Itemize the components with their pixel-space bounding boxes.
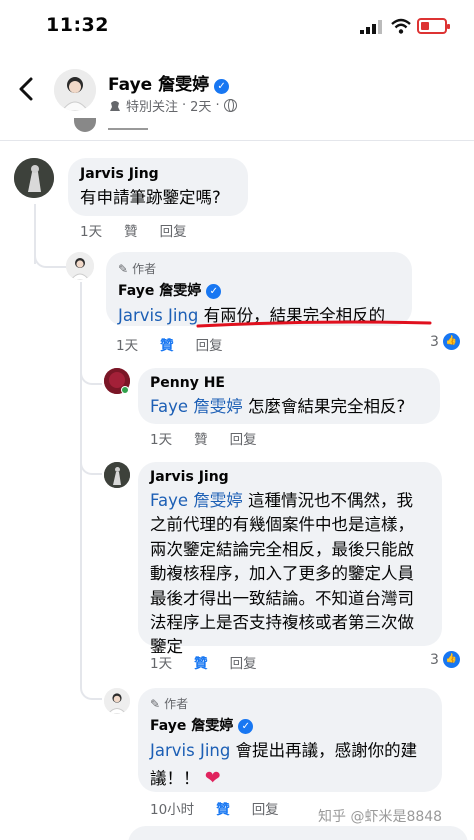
- thread-elbow: [80, 650, 102, 700]
- comment-text: 有申請筆跡鑒定嗎?: [80, 188, 221, 207]
- status-bar: 11:32: [0, 0, 474, 52]
- author-tag-label: 作者: [164, 697, 189, 711]
- back-arrow-icon[interactable]: [16, 76, 38, 102]
- post-time: 2天: [190, 100, 212, 115]
- battery-icon: [417, 18, 450, 34]
- comment-actions: 10小时 贊 回复: [150, 798, 279, 818]
- online-status-dot: [121, 386, 129, 394]
- like-button[interactable]: 贊: [160, 334, 174, 354]
- red-underline-annotation: [196, 320, 432, 328]
- comment-actions: 1天 贊 回复: [150, 428, 257, 448]
- header-meta: 特別关注 · 2天 ·: [108, 96, 237, 115]
- partial-comment: [108, 118, 148, 130]
- divider: [0, 140, 474, 141]
- author-tag-label: 作者: [132, 262, 157, 276]
- comment-bubble: Jarvis Jing 有申請筆跡鑒定嗎?: [68, 158, 248, 216]
- comment-author[interactable]: Jarvis Jing: [150, 469, 430, 485]
- comment-author[interactable]: Jarvis Jing: [80, 166, 236, 182]
- reaction-count[interactable]: 3 👍: [430, 333, 460, 350]
- thread-elbow: [80, 440, 102, 475]
- like-reaction-icon: 👍: [442, 333, 460, 350]
- commenter-avatar[interactable]: [66, 252, 94, 280]
- thread-elbow: [80, 355, 102, 385]
- reaction-count-label: 3: [430, 333, 439, 350]
- comment-bubble: ✎ 作者 Faye 詹雯婷 ✓ Jarvis Jing 會提出再議，感謝你的建 議…: [138, 688, 442, 792]
- mention-link[interactable]: Jarvis Jing: [150, 741, 230, 760]
- comment-actions: 1天 贊 回复: [116, 334, 223, 354]
- pen-icon: ✎: [118, 261, 129, 276]
- verified-badge-icon: ✓: [206, 284, 222, 299]
- reaction-count[interactable]: 3 👍: [430, 651, 460, 668]
- comment-actions: 1天 贊 回复: [80, 220, 187, 240]
- comment-actions: 1天 贊 回复: [150, 652, 257, 672]
- comment-text: Faye 詹雯婷 怎麼會結果完全相反?: [150, 397, 406, 416]
- like-button[interactable]: 贊: [216, 798, 230, 818]
- meta-separator: ·: [215, 98, 220, 113]
- comment-time: 1天: [150, 656, 173, 672]
- comment-time: 1天: [116, 338, 139, 354]
- comment-bubble: ✎ 作者 Faye 詹雯婷 ✓ Jarvis Jing 有兩份，結果完全相反的: [106, 252, 412, 326]
- comment-author[interactable]: Penny HE: [150, 375, 428, 391]
- author-tag: ✎ 作者: [118, 260, 400, 277]
- watermark: 知乎 @虾米是8848: [318, 809, 443, 825]
- reply-button[interactable]: 回复: [252, 798, 279, 818]
- comment-text: Jarvis Jing 會提出再議，感謝你的建 議！！ ❤: [150, 741, 418, 789]
- partial-avatar: [74, 118, 96, 132]
- heart-emoji-icon: ❤: [204, 766, 221, 789]
- thread-line: [80, 282, 82, 687]
- reply-button[interactable]: 回复: [230, 428, 257, 448]
- mention-link[interactable]: Faye 詹雯婷: [150, 397, 243, 416]
- comment-time: 1天: [80, 224, 103, 240]
- verified-badge-icon: ✓: [214, 79, 230, 94]
- header-author-name[interactable]: Faye 詹雯婷 ✓: [108, 70, 230, 95]
- comment-time: 10小时: [150, 802, 195, 818]
- follow-label[interactable]: 特別关注: [126, 96, 178, 115]
- signal-icon: [360, 20, 382, 34]
- like-button[interactable]: 贊: [124, 220, 138, 240]
- comment-bubble: Penny HE Faye 詹雯婷 怎麼會結果完全相反?: [138, 368, 440, 424]
- pen-icon: ✎: [150, 696, 161, 711]
- globe-icon: [223, 99, 237, 112]
- comment-text: Faye 詹雯婷 這種情況也不偶然，我 之前代理的有幾個案件中也是這樣， 兩次鑒…: [150, 491, 414, 657]
- comment-time: 1天: [150, 432, 173, 448]
- comment-bubble: Jarvis Jing Faye 詹雯婷 這種情況也不偶然，我 之前代理的有幾個…: [138, 462, 442, 656]
- follow-star-icon: [110, 100, 120, 111]
- like-button[interactable]: 贊: [194, 652, 208, 672]
- reply-button[interactable]: 回复: [160, 220, 187, 240]
- like-reaction-icon: 👍: [442, 651, 460, 668]
- verified-badge-icon: ✓: [238, 719, 254, 734]
- comment-author[interactable]: Faye 詹雯婷 ✓: [150, 715, 430, 735]
- thread-elbow: [34, 232, 68, 268]
- wifi-icon: [391, 18, 411, 34]
- commenter-avatar[interactable]: [104, 688, 130, 714]
- like-button[interactable]: 贊: [194, 428, 208, 448]
- commenter-avatar[interactable]: [14, 158, 54, 198]
- reply-button[interactable]: 回复: [196, 334, 223, 354]
- status-time: 11:32: [46, 14, 109, 36]
- post-header: Faye 詹雯婷 ✓ 特別关注 · 2天 ·: [0, 52, 474, 126]
- mention-link[interactable]: Jarvis Jing: [118, 306, 198, 325]
- reply-button[interactable]: 回复: [230, 652, 257, 672]
- reaction-count-label: 3: [430, 651, 439, 668]
- partial-comment: [128, 826, 468, 840]
- header-avatar[interactable]: [54, 69, 96, 111]
- meta-separator: ·: [182, 98, 187, 113]
- author-tag: ✎ 作者: [150, 695, 430, 712]
- comment-author[interactable]: Faye 詹雯婷 ✓: [118, 280, 400, 300]
- commenter-avatar[interactable]: [104, 462, 130, 488]
- mention-link[interactable]: Faye 詹雯婷: [150, 491, 243, 510]
